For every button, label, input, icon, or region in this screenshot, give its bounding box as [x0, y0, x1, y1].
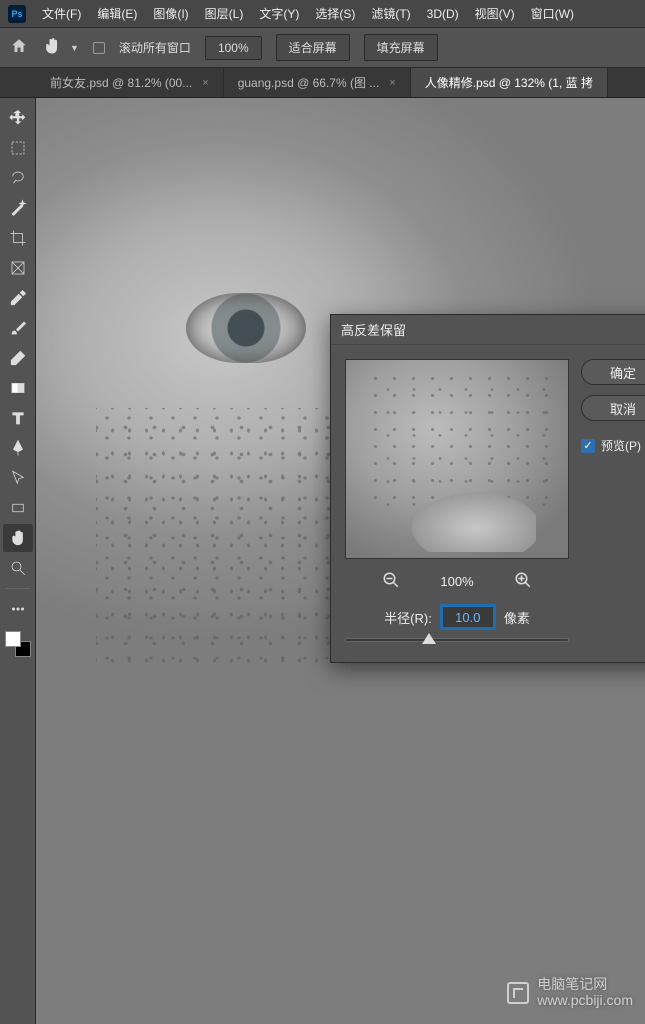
menu-window[interactable]: 窗口(W) — [525, 3, 580, 24]
zoom-100-button[interactable]: 100% — [205, 36, 262, 60]
frame-tool[interactable] — [3, 254, 33, 282]
menu-view[interactable]: 视图(V) — [469, 3, 521, 24]
preview-toggle-row: ✓ 预览(P) — [581, 437, 645, 454]
path-select-tool[interactable] — [3, 464, 33, 492]
lasso-tool[interactable] — [3, 164, 33, 192]
gradient-tool[interactable] — [3, 374, 33, 402]
fit-screen-button[interactable]: 适合屏幕 — [276, 34, 350, 61]
high-pass-dialog: 高反差保留 × 100% — [330, 314, 645, 663]
watermark: 电脑笔记网 www.pcbiji.com — [507, 977, 633, 1008]
tool-palette — [0, 98, 36, 1024]
tab-label: 人像精修.psd @ 132% (1, 蓝 拷 — [425, 74, 593, 91]
pen-tool[interactable] — [3, 434, 33, 462]
close-icon[interactable]: × — [389, 77, 395, 89]
tab-label: 前女友.psd @ 81.2% (00... — [50, 74, 192, 91]
preview-checkbox[interactable]: ✓ — [581, 439, 595, 453]
filter-preview[interactable] — [345, 359, 569, 559]
zoom-out-icon[interactable] — [382, 571, 400, 592]
radius-row: 半径(R): 像素 — [384, 606, 530, 628]
document-tabs: 前女友.psd @ 81.2% (00... × guang.psd @ 66.… — [0, 68, 645, 98]
edit-toolbar-icon[interactable] — [3, 595, 33, 623]
menu-filter[interactable]: 滤镜(T) — [365, 3, 416, 24]
rectangle-tool[interactable] — [3, 494, 33, 522]
crop-tool[interactable] — [3, 224, 33, 252]
color-swatches[interactable] — [5, 631, 31, 657]
magic-wand-tool[interactable] — [3, 194, 33, 222]
type-tool[interactable] — [3, 404, 33, 432]
document-tab[interactable]: 前女友.psd @ 81.2% (00... × — [36, 68, 224, 97]
eraser-tool[interactable] — [3, 344, 33, 372]
marquee-tool[interactable] — [3, 134, 33, 162]
app-frame: Ps 文件(F) 编辑(E) 图像(I) 图层(L) 文字(Y) 选择(S) 滤… — [0, 0, 645, 1024]
menu-bar: Ps 文件(F) 编辑(E) 图像(I) 图层(L) 文字(Y) 选择(S) 滤… — [0, 0, 645, 28]
close-icon[interactable]: × — [202, 77, 208, 89]
hand-tool-icon[interactable] — [42, 36, 62, 59]
menu-edit[interactable]: 编辑(E) — [91, 3, 143, 24]
hand-tool[interactable] — [3, 524, 33, 552]
tab-label: guang.psd @ 66.7% (图 ... — [238, 74, 380, 91]
zoom-in-icon[interactable] — [514, 571, 532, 592]
menu-select[interactable]: 选择(S) — [309, 3, 361, 24]
preview-label: 预览(P) — [601, 437, 641, 454]
slider-thumb-icon[interactable] — [422, 633, 436, 644]
menu-type[interactable]: 文字(Y) — [253, 3, 305, 24]
watermark-line1: 电脑笔记网 — [537, 977, 633, 992]
menu-3d[interactable]: 3D(D) — [421, 5, 465, 23]
menu-layer[interactable]: 图层(L) — [199, 3, 250, 24]
zoom-tool[interactable] — [3, 554, 33, 582]
canvas[interactable]: 高反差保留 × 100% — [36, 98, 645, 1024]
menu-file[interactable]: 文件(F) — [36, 3, 87, 24]
home-icon[interactable] — [10, 37, 28, 58]
document-tab[interactable]: 人像精修.psd @ 132% (1, 蓝 拷 — [411, 68, 608, 97]
dialog-titlebar[interactable]: 高反差保留 × — [331, 315, 645, 345]
radius-input[interactable] — [442, 606, 494, 628]
fill-screen-button[interactable]: 填充屏幕 — [364, 34, 438, 61]
cancel-button[interactable]: 取消 — [581, 395, 645, 421]
scroll-all-label: 滚动所有窗口 — [119, 39, 191, 56]
ok-button[interactable]: 确定 — [581, 359, 645, 385]
radius-unit: 像素 — [504, 608, 530, 627]
dialog-title: 高反差保留 — [341, 320, 406, 339]
watermark-line2: www.pcbiji.com — [537, 993, 633, 1008]
radius-label: 半径(R): — [384, 608, 432, 627]
watermark-logo-icon — [507, 982, 529, 1004]
menu-image[interactable]: 图像(I) — [147, 3, 194, 24]
brush-tool[interactable] — [3, 314, 33, 342]
zoom-percent: 100% — [440, 574, 473, 589]
document-tab[interactable]: guang.psd @ 66.7% (图 ... × — [224, 68, 411, 97]
preview-column: 100% 半径(R): 像素 — [345, 359, 569, 642]
scroll-all-checkbox[interactable] — [93, 42, 105, 54]
dialog-body: 100% 半径(R): 像素 — [331, 345, 645, 662]
zoom-row: 100% — [382, 571, 531, 592]
chevron-down-icon[interactable]: ▼ — [70, 43, 79, 53]
app-logo: Ps — [8, 5, 26, 23]
foreground-color-swatch[interactable] — [5, 631, 21, 647]
radius-slider[interactable] — [345, 638, 569, 642]
workspace: 高反差保留 × 100% — [0, 98, 645, 1024]
divider — [6, 588, 30, 589]
eyedropper-tool[interactable] — [3, 284, 33, 312]
dialog-side-column: 确定 取消 ✓ 预览(P) — [581, 359, 645, 642]
option-bar: ▼ 滚动所有窗口 100% 适合屏幕 填充屏幕 — [0, 28, 645, 68]
move-tool[interactable] — [3, 104, 33, 132]
